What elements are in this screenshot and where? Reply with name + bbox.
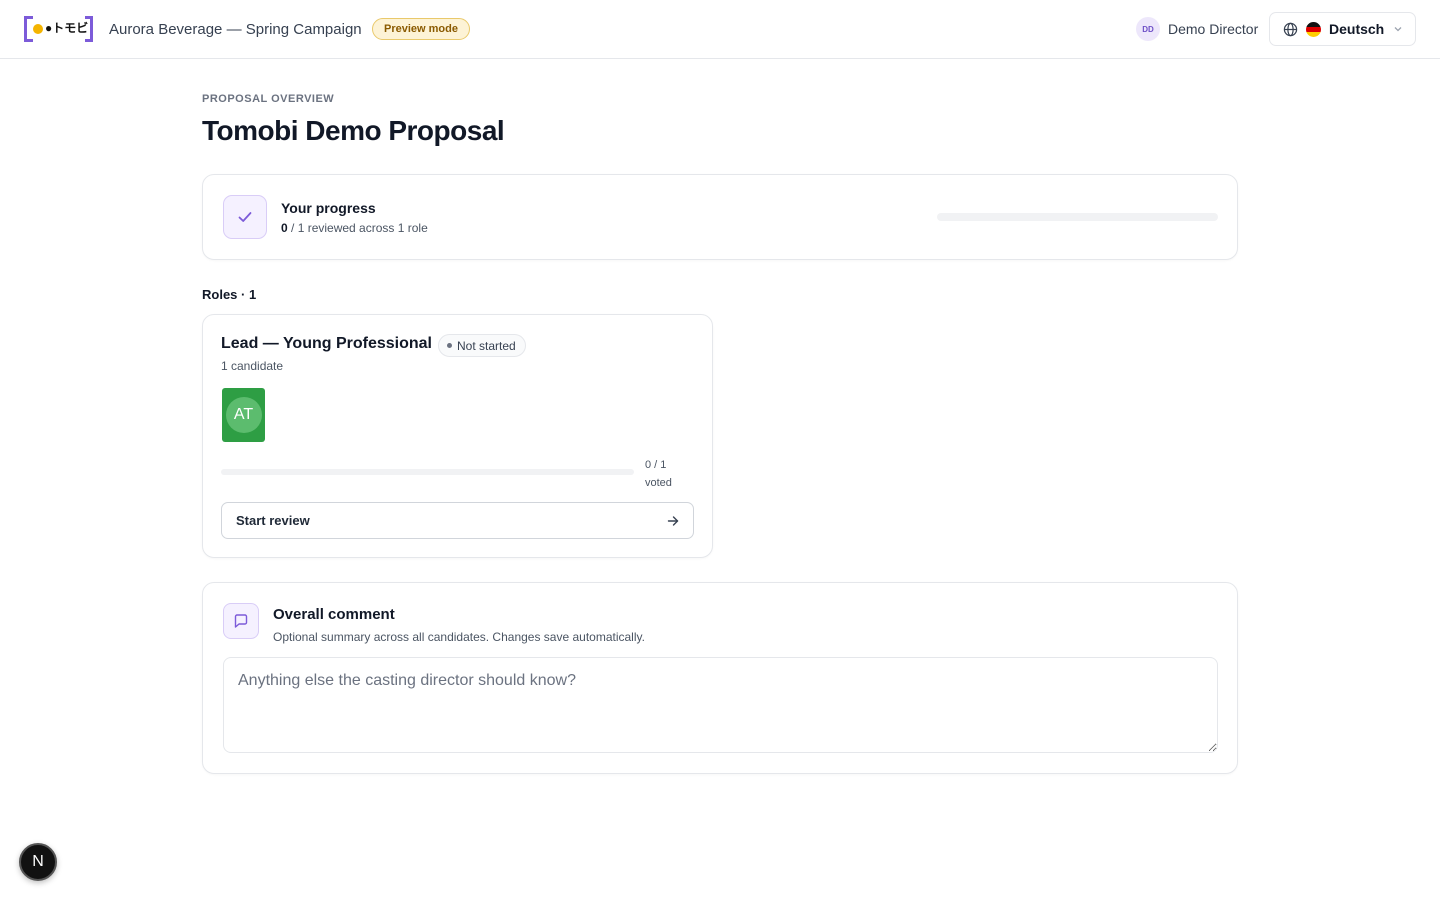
page-eyebrow: PROPOSAL OVERVIEW bbox=[202, 93, 335, 105]
page-title: Tomobi Demo Proposal bbox=[202, 115, 505, 146]
overall-comment-textarea[interactable] bbox=[223, 657, 1218, 753]
progress-card: Your progress 0 / 1 reviewed across 1 ro… bbox=[202, 174, 1238, 260]
arrow-right-icon bbox=[667, 516, 679, 526]
voted-label: voted bbox=[645, 477, 672, 489]
voted-count: 0 / 1 voted bbox=[645, 456, 685, 492]
role-card: Lead — Young Professional Not started 1 … bbox=[202, 314, 713, 558]
progress-bar bbox=[937, 213, 1218, 221]
language-label: Deutsch bbox=[1329, 21, 1385, 37]
reviewed-count: 0 bbox=[281, 221, 288, 235]
candidate-count: 1 candidate bbox=[221, 359, 284, 373]
comment-icon-box bbox=[223, 603, 259, 639]
roles-heading: Roles · 1 bbox=[202, 287, 257, 302]
chevron-down-icon bbox=[1394, 27, 1402, 32]
top-header: ●トモビ Aurora Beverage — Spring Campaign P… bbox=[0, 0, 1440, 59]
logo-dot-icon bbox=[33, 24, 43, 34]
candidate-avatar: AT bbox=[225, 397, 262, 433]
preview-mode-badge: Preview mode bbox=[372, 18, 470, 40]
comment-title: Overall comment bbox=[273, 606, 395, 623]
progress-summary: 0 / 1 reviewed across 1 role bbox=[281, 221, 428, 235]
status-badge: Not started bbox=[438, 334, 526, 357]
start-review-label: Start review bbox=[236, 513, 310, 528]
nextjs-dev-badge[interactable]: N bbox=[19, 843, 57, 881]
progress-summary-text: / 1 reviewed across 1 role bbox=[287, 221, 428, 235]
progress-title: Your progress bbox=[281, 200, 376, 216]
campaign-name: Aurora Beverage — Spring Campaign bbox=[109, 21, 362, 38]
status-label: Not started bbox=[457, 338, 516, 353]
logo-text: ●トモビ bbox=[45, 20, 89, 35]
avatar: DD bbox=[1136, 17, 1160, 41]
progress-icon-box bbox=[223, 195, 267, 239]
user-menu[interactable]: DD Demo Director bbox=[1136, 17, 1258, 41]
status-dot-icon bbox=[447, 343, 452, 348]
overall-comment-card: Overall comment Optional summary across … bbox=[202, 582, 1238, 774]
user-name: Demo Director bbox=[1168, 21, 1259, 37]
tomobi-logo[interactable]: ●トモビ bbox=[24, 16, 93, 42]
check-icon bbox=[238, 212, 252, 222]
vote-progress-bar bbox=[221, 469, 634, 475]
role-title: Lead — Young Professional bbox=[221, 335, 432, 352]
language-selector[interactable]: Deutsch bbox=[1269, 12, 1416, 46]
start-review-button[interactable]: Start review bbox=[221, 502, 694, 539]
candidate-thumbnail[interactable]: AT bbox=[222, 388, 265, 442]
comment-subtitle: Optional summary across all candidates. … bbox=[273, 630, 645, 644]
message-square-icon bbox=[234, 614, 248, 628]
globe-icon bbox=[1283, 22, 1298, 36]
voted-fraction: 0 / 1 bbox=[645, 459, 667, 471]
germany-flag-icon bbox=[1306, 21, 1321, 37]
